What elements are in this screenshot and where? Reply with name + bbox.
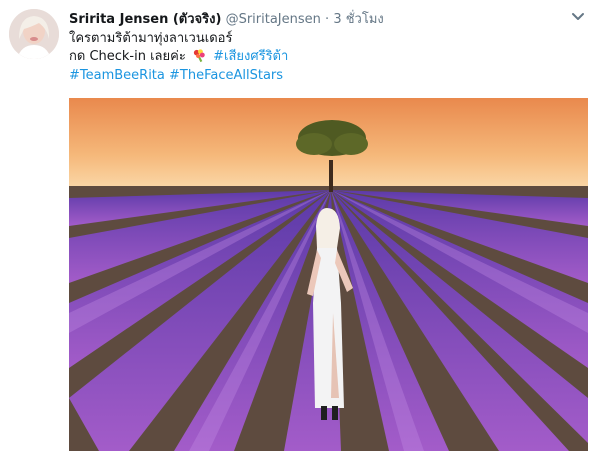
avatar-image [9,9,59,59]
avatar[interactable] [9,9,59,59]
chevron-down-icon[interactable] [570,8,586,24]
bouquet-emoji-icon [193,49,205,63]
tweet-text-line-2: กด Check-in เลยค่ะ #เสียงศรีริต้า [69,48,288,66]
tweet-time[interactable]: 3 ชั่วโมง [333,12,383,27]
hashtag-thefaceallstars[interactable]: #TheFaceAllStars [169,68,283,83]
author-handle[interactable]: @SriritaJensen [226,12,321,27]
separator-dot: · [325,12,330,27]
hashtag-link[interactable]: #เสียงศรีริต้า [213,49,288,64]
hashtag-teambeerita[interactable]: #TeamBeeRita [69,68,165,83]
tweet-photo[interactable] [69,98,588,451]
tweet-text-line-3: #TeamBeeRita #TheFaceAllStars [69,67,283,85]
tweet-text-checkin: กด Check-in เลยค่ะ [69,49,186,64]
tweet-header: Sririta Jensen (ตัวจริง) @SriritaJensen … [69,8,566,28]
tweet-card[interactable]: Sririta Jensen (ตัวจริง) @SriritaJensen … [0,0,600,461]
lavender-field-photo [69,98,588,451]
author-name[interactable]: Sririta Jensen (ตัวจริง) [69,12,221,27]
tweet-text-line-1: ใครตามริต้ามาทุ่งลาเวนเดอร์ [69,31,233,46]
